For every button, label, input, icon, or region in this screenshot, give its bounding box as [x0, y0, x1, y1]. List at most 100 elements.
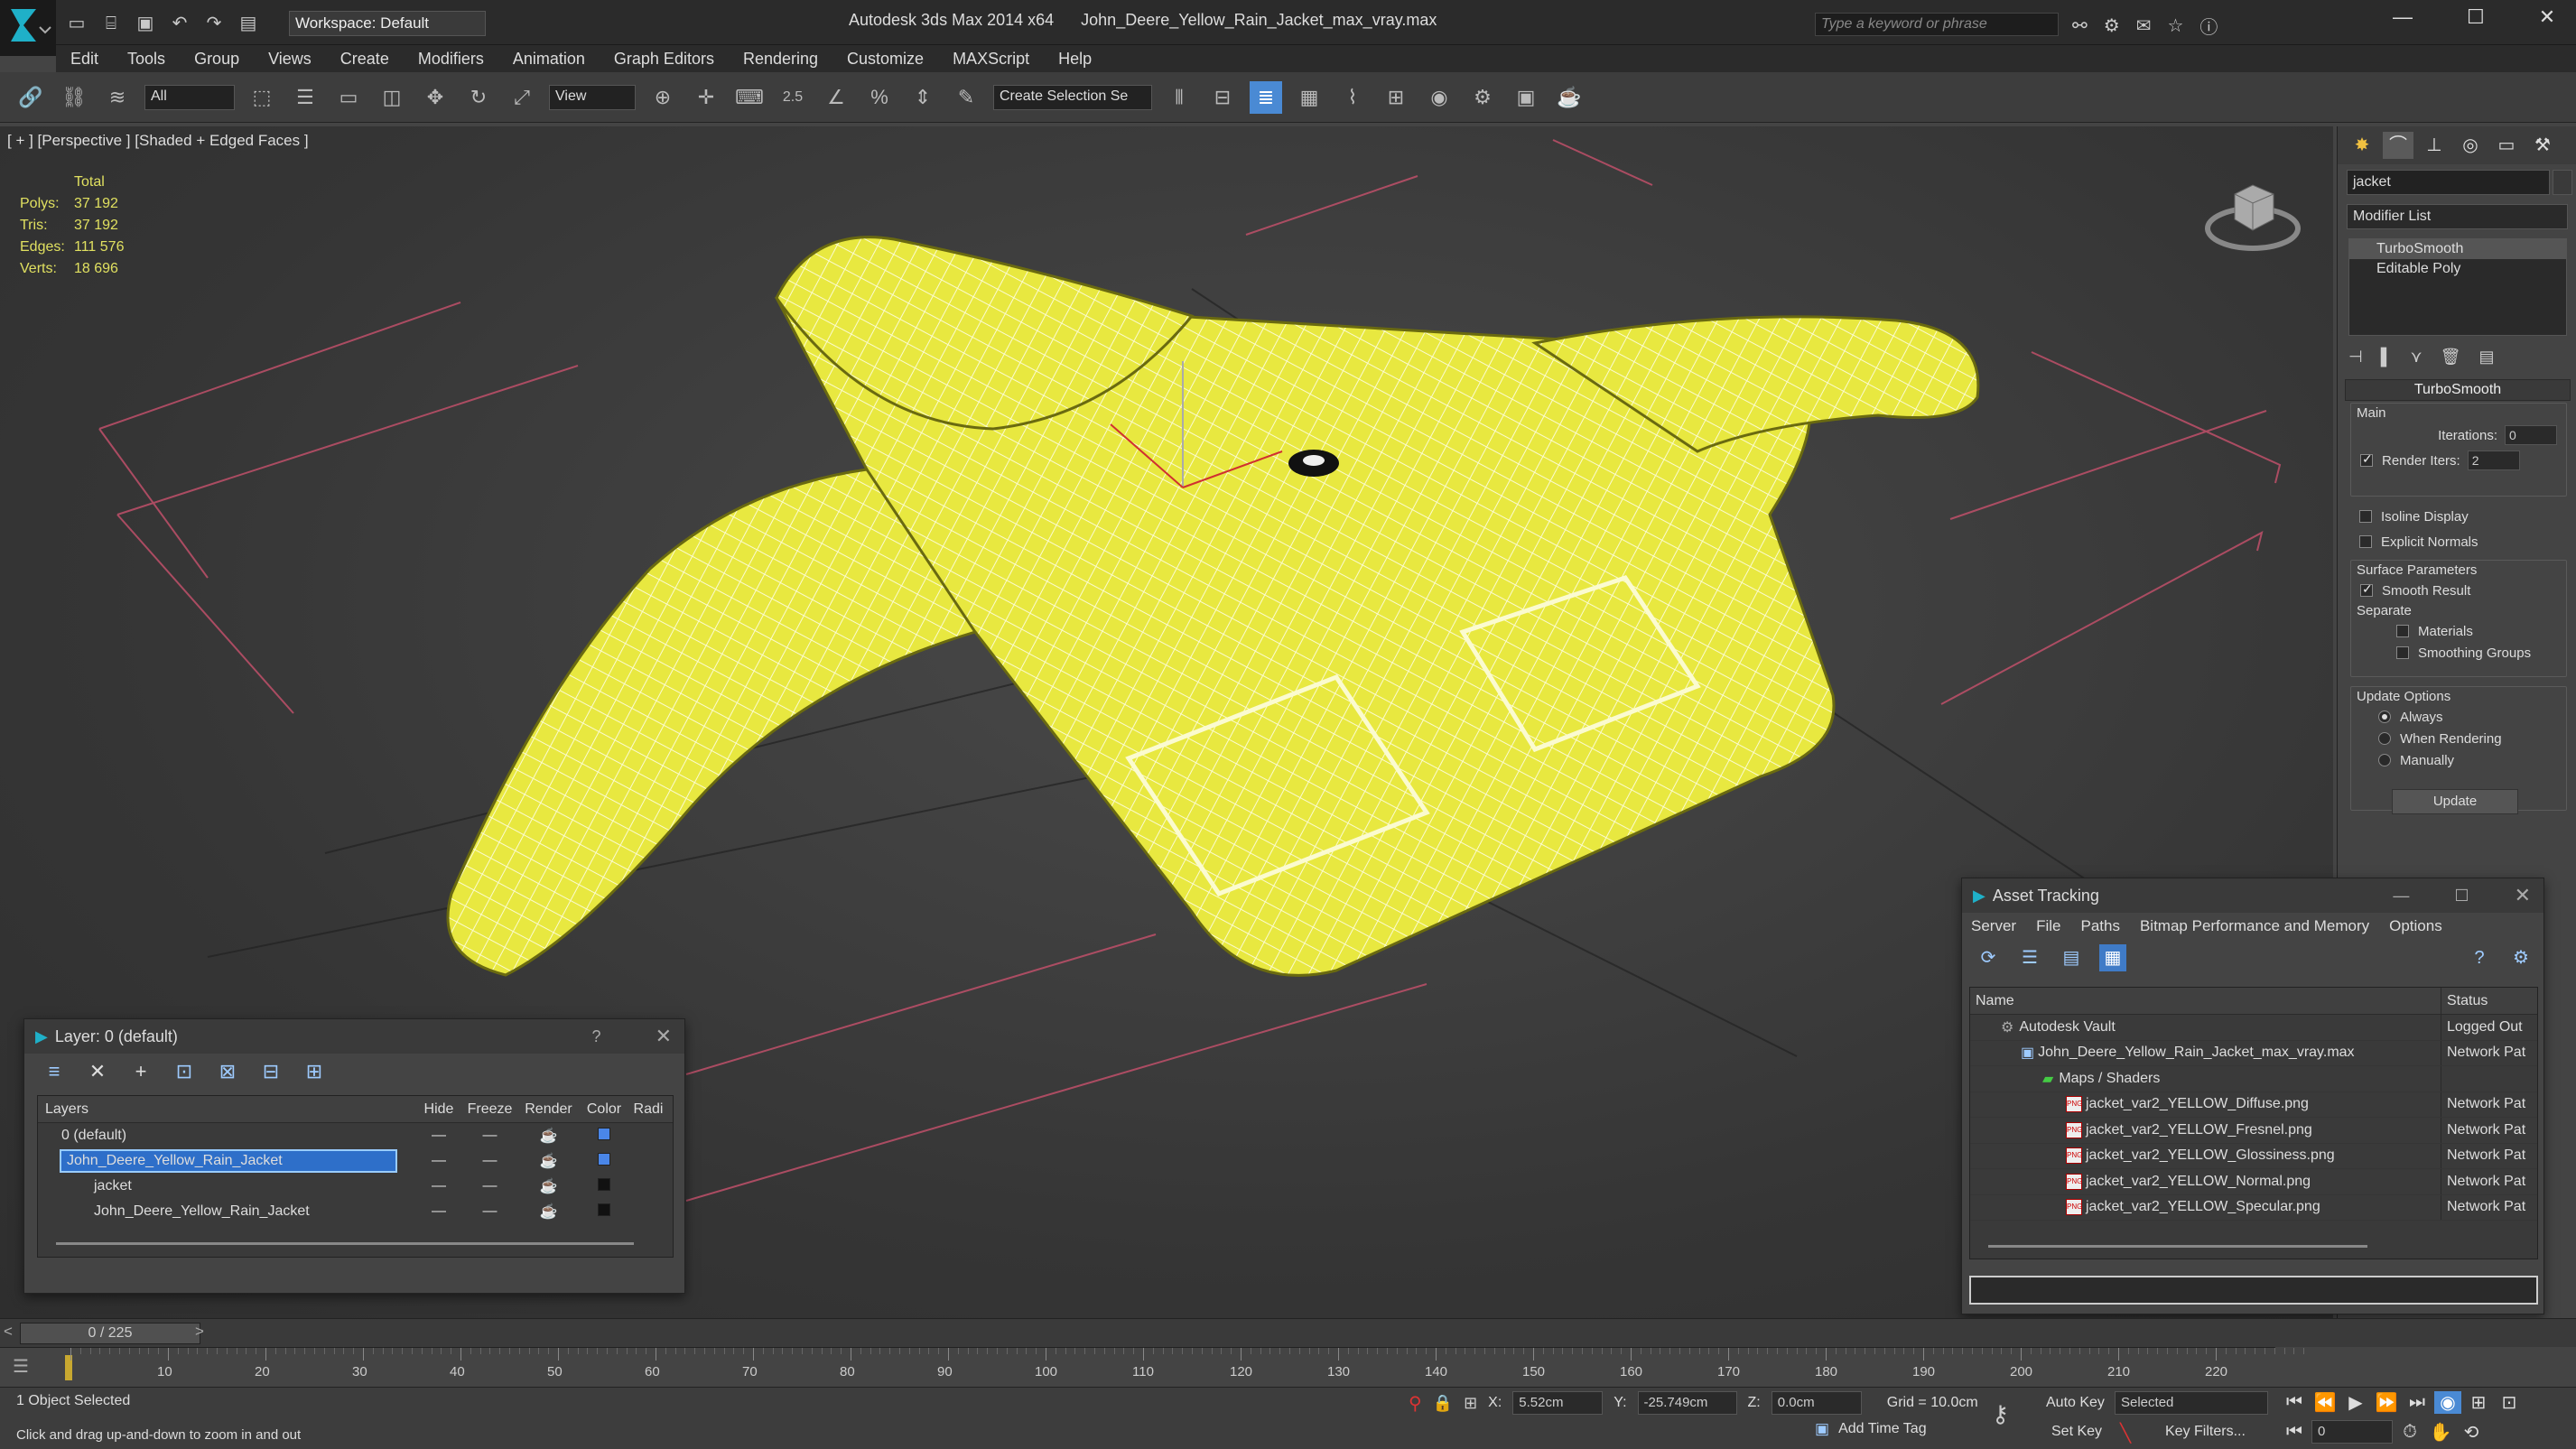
add-time-tag[interactable]: Add Time Tag: [1838, 1421, 1927, 1437]
layer-manager-icon[interactable]: ≣: [1250, 80, 1282, 114]
rotate-icon[interactable]: ↻: [462, 81, 495, 114]
freeze-toggle[interactable]: —: [460, 1153, 519, 1169]
curve-editor-mini-icon[interactable]: ☰: [13, 1355, 29, 1378]
asset-menu-server[interactable]: Server: [1971, 917, 2016, 935]
x-coord-field[interactable]: 5.52cm: [1512, 1391, 1604, 1415]
key-filters-button[interactable]: Key Filters...: [2165, 1424, 2246, 1440]
move-icon[interactable]: ✥: [419, 81, 451, 114]
asset-row[interactable]: PNG jacket_var2_YELLOW_Diffuse.png Networ…: [1970, 1091, 2537, 1118]
spinner-snap-icon[interactable]: ⇕: [907, 81, 939, 114]
layer-color-swatch[interactable]: [598, 1127, 610, 1140]
select-manipulate-icon[interactable]: ✛: [690, 81, 722, 114]
set-key-button[interactable]: Set Key: [2051, 1424, 2102, 1440]
highlight-layer-icon[interactable]: ⊠: [216, 1060, 239, 1083]
refresh-icon[interactable]: ⟳: [1975, 944, 2002, 971]
freeze-toggle[interactable]: —: [460, 1203, 519, 1220]
select-object-icon[interactable]: ⬚: [246, 81, 278, 114]
time-slider[interactable]: < 0 / 225 >: [0, 1318, 2576, 1347]
menu-create[interactable]: Create: [326, 45, 404, 72]
render-toggle[interactable]: ☕: [519, 1177, 578, 1195]
asset-row[interactable]: ▣ John_Deere_Yellow_Rain_Jacket_max_vray.…: [1970, 1040, 2537, 1066]
menu-customize[interactable]: Customize: [832, 45, 938, 72]
mirror-icon[interactable]: ⫴: [1163, 81, 1195, 114]
workspace-dropdown[interactable]: Workspace: Default: [289, 11, 486, 36]
close-icon[interactable]: ✕: [2515, 884, 2531, 907]
key-mode-toggle-icon[interactable]: ◉: [2434, 1391, 2461, 1414]
selection-filter-dropdown[interactable]: All: [144, 84, 235, 110]
layer-color-swatch[interactable]: [598, 1177, 610, 1191]
asset-row[interactable]: PNG jacket_var2_YELLOW_Glossiness.png Net…: [1970, 1143, 2537, 1169]
align-icon[interactable]: ⊟: [1206, 81, 1239, 114]
layer-row[interactable]: John_Deere_Yellow_Rain_Jacket — — ☕: [38, 1148, 673, 1174]
auto-key-button[interactable]: Auto Key: [2046, 1395, 2105, 1411]
track-bar[interactable]: ☰ 10 20 30 40 50 60 70 80 90 100 110 120 130 140 150 16…: [0, 1347, 2305, 1387]
binoculars-icon[interactable]: ⚯: [2072, 14, 2088, 37]
col-freeze[interactable]: Freeze: [460, 1101, 519, 1118]
col-name[interactable]: Name: [1970, 988, 2441, 1014]
minimize-icon[interactable]: —: [2393, 887, 2409, 906]
hide-all-layers-icon[interactable]: ⊟: [259, 1060, 283, 1083]
layer-row[interactable]: 0 (default) — — ☕: [38, 1123, 673, 1148]
jacket-model[interactable]: [446, 236, 1980, 977]
zoom-all-icon[interactable]: ⊡: [2496, 1391, 2523, 1414]
modify-tab-icon[interactable]: ⌒: [2383, 132, 2413, 159]
maximize-icon[interactable]: ☐: [2467, 5, 2485, 29]
pan-view-icon[interactable]: ✋: [2427, 1421, 2454, 1444]
menu-modifiers[interactable]: Modifiers: [404, 45, 498, 72]
manually-radio[interactable]: [2378, 754, 2391, 766]
y-coord-field[interactable]: -25.749cm: [1637, 1391, 1737, 1415]
reference-coord-dropdown[interactable]: View: [549, 84, 636, 110]
bind-space-warp-icon[interactable]: ≋: [101, 81, 134, 114]
undo-icon[interactable]: ↶: [166, 10, 193, 37]
asset-row[interactable]: PNG jacket_var2_YELLOW_Specular.png Netwo…: [1970, 1194, 2537, 1221]
hide-toggle[interactable]: —: [417, 1128, 460, 1144]
modifier-list-dropdown[interactable]: Modifier List: [2347, 204, 2568, 229]
menu-group[interactable]: Group: [180, 45, 254, 72]
asset-row[interactable]: ▰ Maps / Shaders: [1970, 1066, 2537, 1092]
time-slider-thumb[interactable]: 0 / 225: [20, 1323, 200, 1344]
show-end-result-icon[interactable]: ▌: [2381, 348, 2393, 367]
grid-view-icon[interactable]: ▦: [2099, 944, 2126, 971]
key-filter-icon[interactable]: ╲: [2120, 1422, 2131, 1444]
time-config-icon[interactable]: ⏱: [2396, 1422, 2423, 1443]
link-icon[interactable]: 🔗: [14, 81, 47, 114]
viewcube-icon[interactable]: [2203, 167, 2302, 257]
menu-animation[interactable]: Animation: [498, 45, 600, 72]
menu-graph-editors[interactable]: Graph Editors: [600, 45, 729, 72]
next-frame-icon[interactable]: ⏩: [2373, 1391, 2400, 1414]
hide-toggle[interactable]: —: [417, 1153, 460, 1169]
menu-tools[interactable]: Tools: [113, 45, 180, 72]
redo-icon[interactable]: ↷: [200, 10, 228, 37]
new-file-icon[interactable]: ▭: [63, 10, 90, 37]
select-by-name-icon[interactable]: ☰: [289, 81, 321, 114]
render-toggle[interactable]: ☕: [519, 1127, 578, 1145]
smooth-result-checkbox[interactable]: [2360, 581, 2373, 597]
isoline-checkbox[interactable]: [2359, 510, 2372, 523]
display-tab-icon[interactable]: ▭: [2491, 132, 2522, 159]
layer-scrollbar[interactable]: [56, 1242, 634, 1245]
help-icon[interactable]: ⓘ: [2199, 13, 2218, 39]
explicit-normals-checkbox[interactable]: [2359, 535, 2372, 548]
layer-row[interactable]: John_Deere_Yellow_Rain_Jacket — — ☕: [38, 1199, 673, 1224]
render-setup-icon[interactable]: ⚙: [1466, 81, 1499, 114]
z-coord-field[interactable]: 0.0cm: [1771, 1391, 1862, 1415]
motion-tab-icon[interactable]: ◎: [2455, 132, 2486, 159]
freeze-toggle[interactable]: —: [460, 1178, 519, 1194]
update-button[interactable]: Update: [2392, 789, 2518, 814]
percent-snap-icon[interactable]: %: [863, 81, 896, 114]
prev-key-icon[interactable]: ⏮: [2281, 1422, 2308, 1443]
schematic-view-icon[interactable]: ⊞: [1380, 81, 1412, 114]
render-toggle[interactable]: ☕: [519, 1203, 578, 1221]
previous-frame-icon[interactable]: ⏪: [2311, 1391, 2339, 1414]
col-hide[interactable]: Hide: [417, 1101, 460, 1118]
material-editor-icon[interactable]: ◉: [1423, 81, 1455, 114]
key-mode-dropdown[interactable]: Selected: [2115, 1391, 2268, 1415]
vault-icon[interactable]: ⚙: [2507, 944, 2534, 971]
create-tab-icon[interactable]: ✸: [2347, 132, 2377, 159]
menu-rendering[interactable]: Rendering: [729, 45, 832, 72]
rendered-frame-window-icon[interactable]: ▣: [1510, 81, 1542, 114]
angle-snap-icon[interactable]: ∠: [820, 81, 852, 114]
menu-help[interactable]: Help: [1044, 45, 1106, 72]
freeze-toggle[interactable]: —: [460, 1128, 519, 1144]
communication-icon[interactable]: ✉: [2136, 14, 2152, 37]
